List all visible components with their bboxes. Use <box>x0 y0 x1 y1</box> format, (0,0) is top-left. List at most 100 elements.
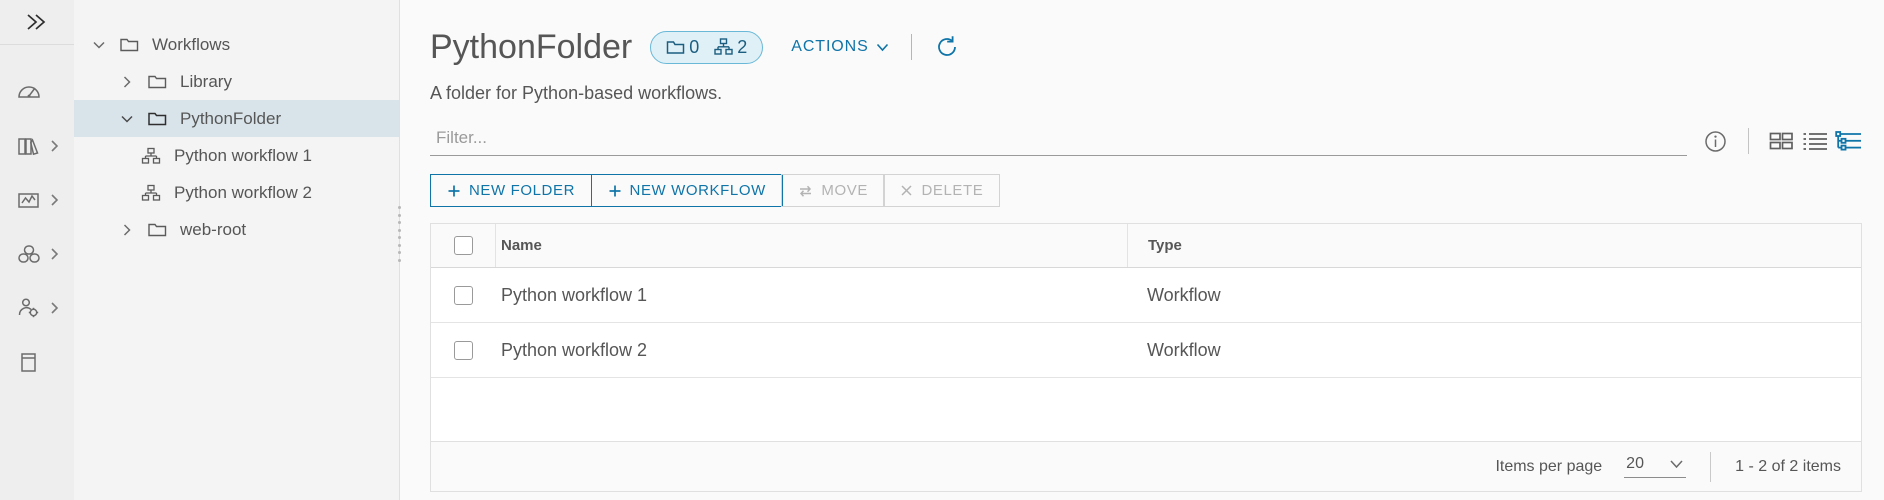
tree-node-label: Workflows <box>152 34 231 54</box>
icon-rail <box>0 0 74 500</box>
refresh-button[interactable] <box>934 34 960 60</box>
cubes-resources-icon <box>18 245 40 263</box>
pagination-range: 1 - 2 of 2 items <box>1735 457 1841 475</box>
user-settings-icon <box>18 298 39 318</box>
folder-description: A folder for Python-based workflows. <box>430 83 723 103</box>
actions-label: ACTIONS <box>791 38 869 55</box>
tree-node-pythonfolder[interactable]: PythonFolder <box>74 100 399 137</box>
tree-node-python-workflow-2[interactable]: Python workflow 2 <box>74 174 399 211</box>
table-row[interactable]: Python workflow 2 Workflow <box>431 323 1861 378</box>
workflow-icon <box>138 184 164 202</box>
workflow-icon <box>714 38 733 55</box>
actions-dropdown-button[interactable]: ACTIONS <box>791 38 888 56</box>
chevron-down-icon <box>876 43 888 51</box>
page-title: PythonFolder <box>430 28 633 66</box>
rail-item-analytics[interactable] <box>0 173 74 227</box>
tree-node-label: Python workflow 2 <box>174 182 312 202</box>
content-table: Name Type Python workflow 1 Workflow Pyt… <box>430 223 1862 492</box>
delete-label: DELETE <box>921 182 984 199</box>
tree-view-icon[interactable] <box>1835 130 1862 152</box>
rail-item-archive[interactable] <box>0 335 74 389</box>
table-row[interactable]: Python workflow 1 Workflow <box>431 268 1861 323</box>
plus-icon <box>448 185 460 196</box>
tree-node-label: Library <box>180 71 232 91</box>
card-view-icon[interactable] <box>1769 130 1796 152</box>
new-folder-label: NEW FOLDER <box>469 182 576 199</box>
filter-divider <box>1748 128 1749 154</box>
rail-item-dashboard[interactable] <box>0 65 74 119</box>
list-view-icon[interactable] <box>1802 130 1829 152</box>
tree-node-python-workflow-1[interactable]: Python workflow 1 <box>74 137 399 174</box>
folder-icon <box>116 36 142 53</box>
filter-row <box>430 126 1862 156</box>
move-button: MOVE <box>781 174 885 207</box>
chevron-right-icon <box>51 194 59 206</box>
workflow-icon <box>138 147 164 165</box>
folder-icon <box>144 73 170 90</box>
analytics-chart-icon <box>18 193 39 208</box>
refresh-icon <box>937 36 956 56</box>
close-x-icon <box>901 185 912 196</box>
cell-type: Workflow <box>1147 339 1221 360</box>
info-circle-icon[interactable] <box>1703 129 1728 154</box>
items-per-page-label: Items per page <box>1495 457 1603 475</box>
table-header-row: Name Type <box>431 224 1861 268</box>
twisty-down-icon[interactable] <box>110 112 144 126</box>
chevron-right-icon <box>51 140 59 152</box>
rail-item-library[interactable] <box>0 119 74 173</box>
panel-splitter-handle[interactable] <box>395 205 403 263</box>
rail-item-list <box>0 45 74 389</box>
twisty-down-icon[interactable] <box>82 38 116 52</box>
bottom-spacer <box>430 492 1862 500</box>
tree-node-label: web-root <box>180 219 247 239</box>
items-per-page-select[interactable]: 20 <box>1624 455 1687 478</box>
items-per-page-value: 20 <box>1626 455 1644 472</box>
tree-node-web-root[interactable]: web-root <box>74 211 399 248</box>
expand-navigation-button[interactable] <box>0 0 74 45</box>
chevron-right-icon <box>51 248 59 260</box>
gauge-icon <box>18 86 40 98</box>
move-label: MOVE <box>821 182 868 199</box>
filter-input[interactable] <box>430 126 1687 156</box>
footer-divider <box>1710 451 1712 482</box>
rail-item-administration[interactable] <box>0 281 74 335</box>
header-divider <box>910 34 912 60</box>
tree-node-label: Python workflow 1 <box>174 145 312 165</box>
chevron-down-icon <box>1670 460 1683 469</box>
column-header-type[interactable]: Type <box>1127 224 1861 267</box>
tree-node-library[interactable]: Library <box>74 63 399 100</box>
workflow-count-group: 2 <box>713 37 747 58</box>
twisty-right-icon[interactable] <box>110 223 144 237</box>
rail-item-resources[interactable] <box>0 227 74 281</box>
row-checkbox[interactable] <box>453 285 473 305</box>
folder-icon <box>144 221 170 238</box>
column-header-name[interactable]: Name <box>495 224 1127 267</box>
workflow-count: 2 <box>737 36 748 57</box>
chevron-right-icon <box>51 302 59 314</box>
view-mode-toggle-group <box>1769 130 1862 152</box>
tree-node-label: PythonFolder <box>180 108 282 128</box>
filter-field-wrapper <box>430 126 1687 156</box>
twisty-right-icon[interactable] <box>110 75 144 89</box>
folder-count: 0 <box>689 36 700 57</box>
new-folder-button[interactable]: NEW FOLDER <box>430 174 593 207</box>
folder-icon <box>144 110 170 127</box>
select-all-checkbox[interactable] <box>453 236 473 255</box>
new-workflow-button[interactable]: NEW WORKFLOW <box>590 174 783 207</box>
cell-name[interactable]: Python workflow 2 <box>495 323 1127 377</box>
folder-count-group: 0 <box>666 37 699 58</box>
row-select-cell <box>431 285 495 305</box>
cell-type: Workflow <box>1147 284 1221 305</box>
workflow-tree-panel: Workflows Library PythonFolder Python wo… <box>74 0 403 500</box>
double-chevron-right-icon <box>27 14 46 30</box>
delete-button: DELETE <box>883 174 1001 207</box>
content-count-badge: 0 2 <box>650 30 764 64</box>
cell-name[interactable]: Python workflow 1 <box>495 268 1127 322</box>
application-window: Workflows Library PythonFolder Python wo… <box>0 0 1884 500</box>
row-checkbox[interactable] <box>453 340 473 360</box>
swap-arrows-icon <box>800 185 812 197</box>
tree-node-workflows[interactable]: Workflows <box>74 26 399 63</box>
folder-icon <box>666 40 685 54</box>
main-content: PythonFolder 0 2 ACTIONS A folder for Py… <box>400 0 1884 500</box>
new-workflow-label: NEW WORKFLOW <box>629 182 766 199</box>
